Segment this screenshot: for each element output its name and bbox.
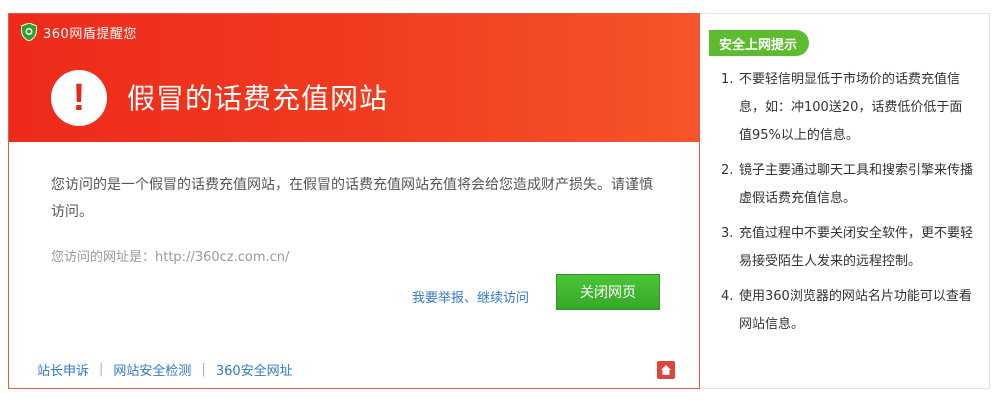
tip-item: 4. 使用360浏览器的网站名片功能可以查看网站信息。	[721, 283, 973, 339]
tip-text: 充值过程中不要关闭安全软件，更不要轻易接受陌生人发来的远程控制。	[739, 226, 974, 269]
safety-tips-panel: 安全上网提示 1. 不要轻信明显低于市场价的话费充值信息，如：冲100送20，话…	[701, 13, 990, 389]
footer-link-360-sites[interactable]: 360安全网址	[216, 360, 293, 379]
tips-list: 1. 不要轻信明显低于市场价的话费充值信息，如：冲100送20，话费低价低于面值…	[721, 66, 973, 346]
visited-url: 您访问的网址是：http://360cz.com.cn/	[51, 250, 290, 265]
footer-links: 站长申诉 | 网站安全检测 | 360安全网址	[37, 360, 293, 379]
footer-separator: |	[201, 362, 206, 377]
brand: 360网盾提醒您	[21, 22, 137, 42]
warning-description: 您访问的是一个假冒的话费充值网站，在假冒的话费充值网站充值将会给您造成财产损失。…	[51, 177, 653, 220]
tip-number: 1.	[721, 72, 734, 87]
tip-item: 3. 充值过程中不要关闭安全软件，更不要轻易接受陌生人发来的远程控制。	[721, 220, 973, 276]
shield-icon	[21, 23, 37, 41]
exclamation-icon: !	[51, 70, 107, 126]
footer-link-site-check[interactable]: 网站安全检测	[113, 360, 191, 379]
continue-visit-link[interactable]: 继续访问	[477, 287, 529, 306]
action-links: 我要举报 、 继续访问	[412, 287, 529, 306]
tip-text: 使用360浏览器的网站名片功能可以查看网站信息。	[739, 289, 972, 332]
report-link[interactable]: 我要举报	[412, 287, 464, 306]
footer-link-appeal[interactable]: 站长申诉	[37, 360, 89, 379]
tip-text: 不要轻信明显低于市场价的话费充值信息，如：冲100送20，话费低价低于面值95%…	[739, 72, 963, 143]
action-separator: 、	[464, 291, 478, 306]
warning-panel: 360网盾提醒您 ! 假冒的话费充值网站 您访问的是一个假冒的话费充值网站，在假…	[8, 13, 700, 389]
tip-number: 3.	[721, 226, 734, 241]
footer-separator: |	[99, 362, 104, 377]
brand-name: 360网盾提醒您	[43, 26, 137, 42]
page-title: 假冒的话费充值网站	[127, 82, 389, 115]
tip-number: 2.	[721, 163, 734, 178]
tip-item: 1. 不要轻信明显低于市场价的话费充值信息，如：冲100送20，话费低价低于面值…	[721, 66, 973, 150]
tip-text: 镜子主要通过聊天工具和搜索引擎来传播虚假话费充值信息。	[739, 163, 974, 206]
tips-heading: 安全上网提示	[709, 30, 810, 56]
tip-item: 2. 镜子主要通过聊天工具和搜索引擎来传播虚假话费充值信息。	[721, 157, 973, 213]
warning-banner: 360网盾提醒您 ! 假冒的话费充值网站	[9, 14, 699, 142]
house-icon	[661, 365, 671, 375]
close-page-button[interactable]: 关闭网页	[556, 274, 660, 310]
tip-number: 4.	[721, 289, 734, 304]
report-icon[interactable]	[657, 361, 675, 379]
